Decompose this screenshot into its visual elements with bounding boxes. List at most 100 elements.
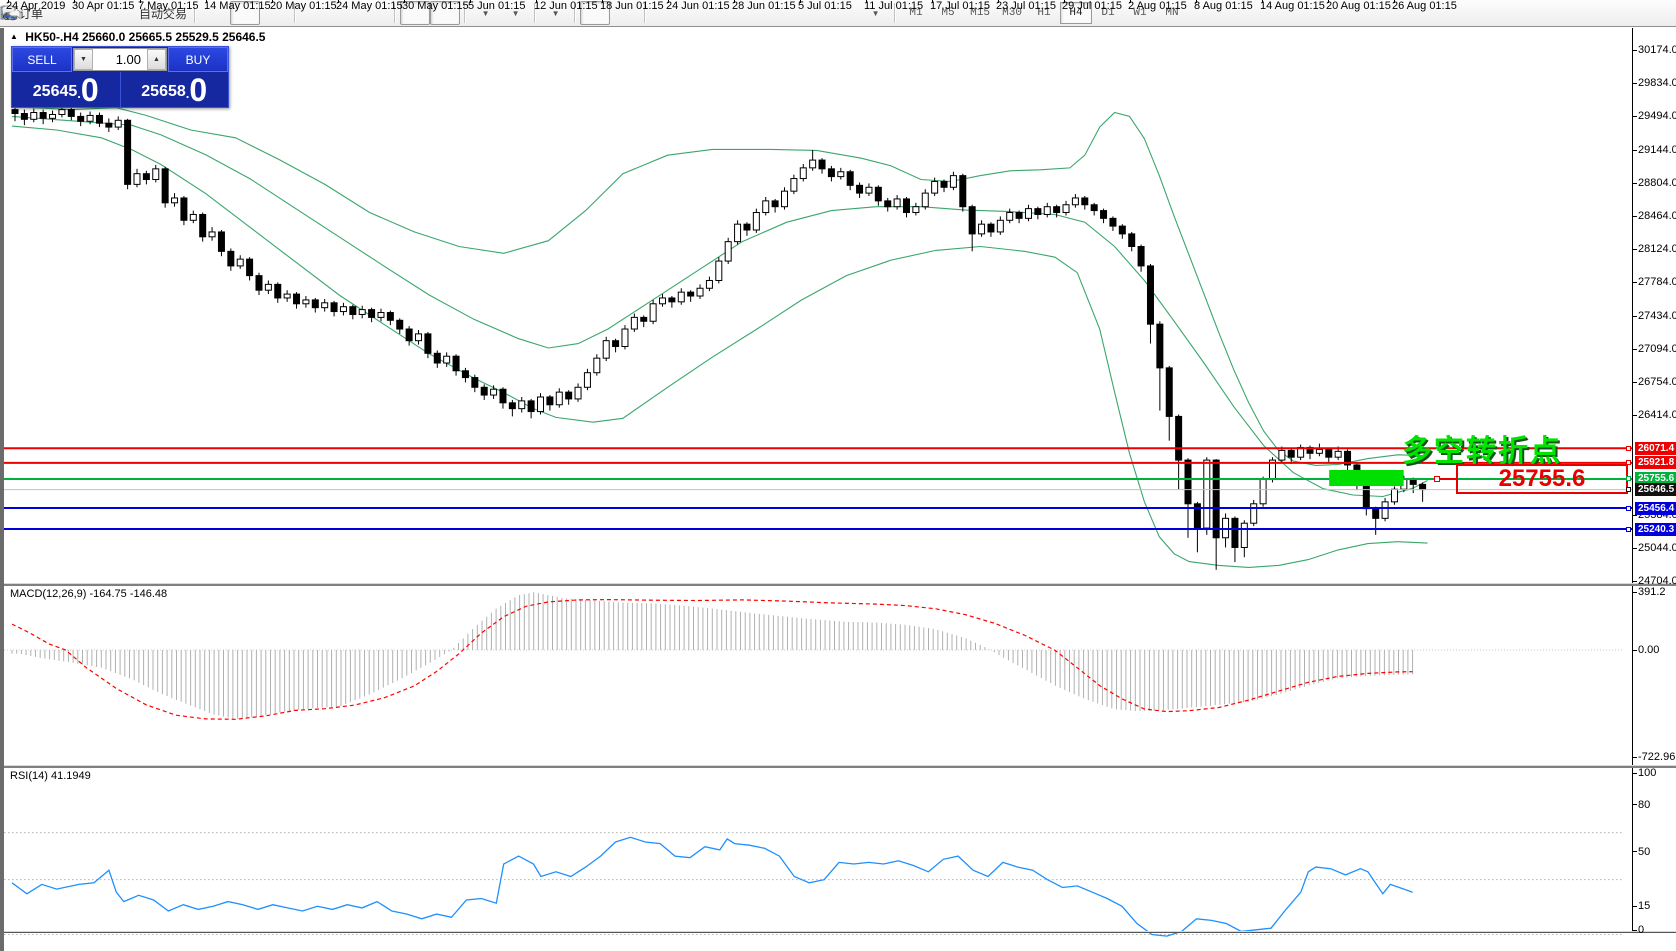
- time-axis-tick: [470, 0, 471, 3]
- time-axis-tick: [8, 0, 9, 3]
- time-axis-label: 20 May 01:15: [270, 0, 337, 12]
- price-axis-label: 28464.0: [1638, 210, 1676, 223]
- time-axis-tick: [338, 0, 339, 3]
- price-axis-tick: [1632, 514, 1637, 516]
- price-tag-25456.4: 25456.4: [1635, 501, 1676, 515]
- price-tag-25921.8: 25921.8: [1635, 456, 1676, 470]
- price-axis-tick: [1632, 315, 1637, 317]
- price-axis-tick: [1632, 115, 1637, 117]
- time-axis-label: 14 Aug 01:15: [1260, 0, 1325, 12]
- time-axis-tick: [404, 0, 405, 3]
- price-axis-tick: [1632, 281, 1637, 283]
- rsi-axis-label: 15: [1638, 900, 1651, 913]
- price-axis-tick: [1632, 547, 1637, 549]
- macd-axis-label: 0.00: [1638, 644, 1660, 656]
- price-axis-label: 27094.0: [1638, 343, 1676, 356]
- line-anchor-marker[interactable]: [1626, 476, 1631, 482]
- price-axis-label: 27784.0: [1638, 276, 1676, 289]
- rsi-axis-label: 0: [1638, 924, 1645, 936]
- time-axis-label: 24 May 01:15: [336, 0, 403, 12]
- time-axis-tick: [206, 0, 207, 3]
- time-axis-label: 24 Jun 01:15: [666, 0, 730, 12]
- time-axis-label: 5 Jul 01:15: [798, 0, 852, 12]
- rsi-axis-label: 100: [1638, 767, 1657, 780]
- time-axis-label: 5 Jun 01:15: [468, 0, 526, 12]
- line-anchor-marker[interactable]: [1626, 505, 1631, 511]
- time-axis-tick: [800, 0, 801, 3]
- time-axis-tick: [1196, 0, 1197, 3]
- time-axis-tick: [1394, 0, 1395, 3]
- time-axis-tick: [1328, 0, 1329, 3]
- price-axis-tick: [1632, 82, 1637, 84]
- price-axis-label: 27434.0: [1638, 310, 1676, 323]
- price-axis-tick: [1632, 348, 1637, 350]
- price-axis-tick: [1632, 580, 1637, 582]
- time-axis-label: 20 Aug 01:15: [1326, 0, 1391, 12]
- price-axis-label: 30174.0: [1638, 44, 1676, 56]
- time-axis-tick: [668, 0, 669, 3]
- price-axis-label: 29144.0: [1638, 144, 1676, 156]
- price-tag-26071.4: 26071.4: [1635, 441, 1676, 455]
- time-axis-label: 7 May 01:15: [138, 0, 199, 12]
- time-axis-tick: [140, 0, 141, 3]
- mt4-application: 新订单 自动交易 ▼ ▼ ▼ E F A T ▼ M1 M5 M15 M30 H…: [0, 0, 1676, 951]
- time-axis-label: 2 Aug 01:15: [1128, 0, 1187, 12]
- rsi-axis-tick: [1632, 804, 1637, 806]
- time-axis-label: 11 Jul 01:15: [864, 0, 924, 12]
- rsi-axis-label: 50: [1638, 845, 1651, 858]
- price-axis-tick: [1632, 248, 1637, 250]
- time-axis-label: 28 Jun 01:15: [732, 0, 796, 12]
- time-axis-tick: [74, 0, 75, 3]
- line-anchor-marker[interactable]: [1626, 460, 1631, 466]
- price-axis-tick: [1632, 381, 1637, 383]
- chart-window: ▲ HK50-.H4 25660.0 25665.5 25529.5 25646…: [0, 0, 1676, 951]
- time-axis-label: 23 Jul 01:15: [996, 0, 1056, 12]
- time-axis-tick: [1064, 0, 1065, 3]
- time-axis-tick: [932, 0, 933, 3]
- time-axis-label: 8 Aug 01:15: [1194, 0, 1253, 12]
- time-axis-tick: [1262, 0, 1263, 3]
- macd-axis-label: -722.96: [1638, 751, 1676, 764]
- rsi-axis-tick: [1632, 929, 1637, 931]
- price-axis-tick: [1632, 149, 1637, 151]
- axis-overlays: 30174.0 29834.0 29494.0 29144.0 28804.0 28464…: [4, 0, 1676, 951]
- rsi-axis-tick: [1632, 905, 1637, 907]
- price-axis-tick: [1632, 215, 1637, 217]
- time-axis-tick: [734, 0, 735, 3]
- macd-axis-tick: [1632, 649, 1637, 651]
- price-axis-label: 28124.0: [1638, 243, 1676, 256]
- time-axis-label: 24 Apr 2019: [6, 0, 66, 12]
- line-anchor-marker[interactable]: [1626, 445, 1631, 451]
- time-axis-label: 26 Aug 01:15: [1392, 0, 1457, 12]
- price-axis-tick: [1632, 414, 1637, 416]
- rsi-axis-label: 80: [1638, 798, 1651, 811]
- time-axis-label: 30 Apr 01:15: [72, 0, 135, 12]
- line-anchor-marker[interactable]: [1626, 487, 1631, 493]
- time-axis-label: 17 Jul 01:15: [930, 0, 990, 12]
- time-axis-tick: [602, 0, 603, 3]
- time-axis-label: 18 Jun 01:15: [600, 0, 664, 12]
- time-axis-label: 29 Jul 01:15: [1062, 0, 1122, 12]
- price-axis-label: 25044.0: [1638, 542, 1676, 555]
- time-axis-label: 30 May 01:15: [402, 0, 469, 12]
- line-anchor-marker[interactable]: [1626, 526, 1631, 532]
- price-axis-tick: [1632, 49, 1637, 51]
- rsi-axis-tick: [1632, 851, 1637, 853]
- time-axis-tick: [1130, 0, 1131, 3]
- time-axis-label: 12 Jun 01:15: [534, 0, 598, 12]
- price-axis-label: 26414.0: [1638, 409, 1676, 422]
- price-axis-tick: [1632, 182, 1637, 184]
- macd-axis-tick: [1632, 591, 1637, 593]
- time-axis-tick: [536, 0, 537, 3]
- price-axis-label: 29494.0: [1638, 110, 1676, 123]
- macd-axis-label: 391.2: [1638, 586, 1666, 599]
- price-tag-25240.3: 25240.3: [1635, 522, 1676, 536]
- price-axis-label: 26754.0: [1638, 376, 1676, 389]
- time-axis-tick: [866, 0, 867, 3]
- time-axis-tick: [272, 0, 273, 3]
- macd-axis-tick: [1632, 756, 1637, 758]
- price-axis-label: 29834.0: [1638, 77, 1676, 89]
- price-tag-25646.5: 25646.5: [1635, 483, 1676, 497]
- price-axis-label: 28804.0: [1638, 177, 1676, 189]
- time-axis-tick: [998, 0, 999, 3]
